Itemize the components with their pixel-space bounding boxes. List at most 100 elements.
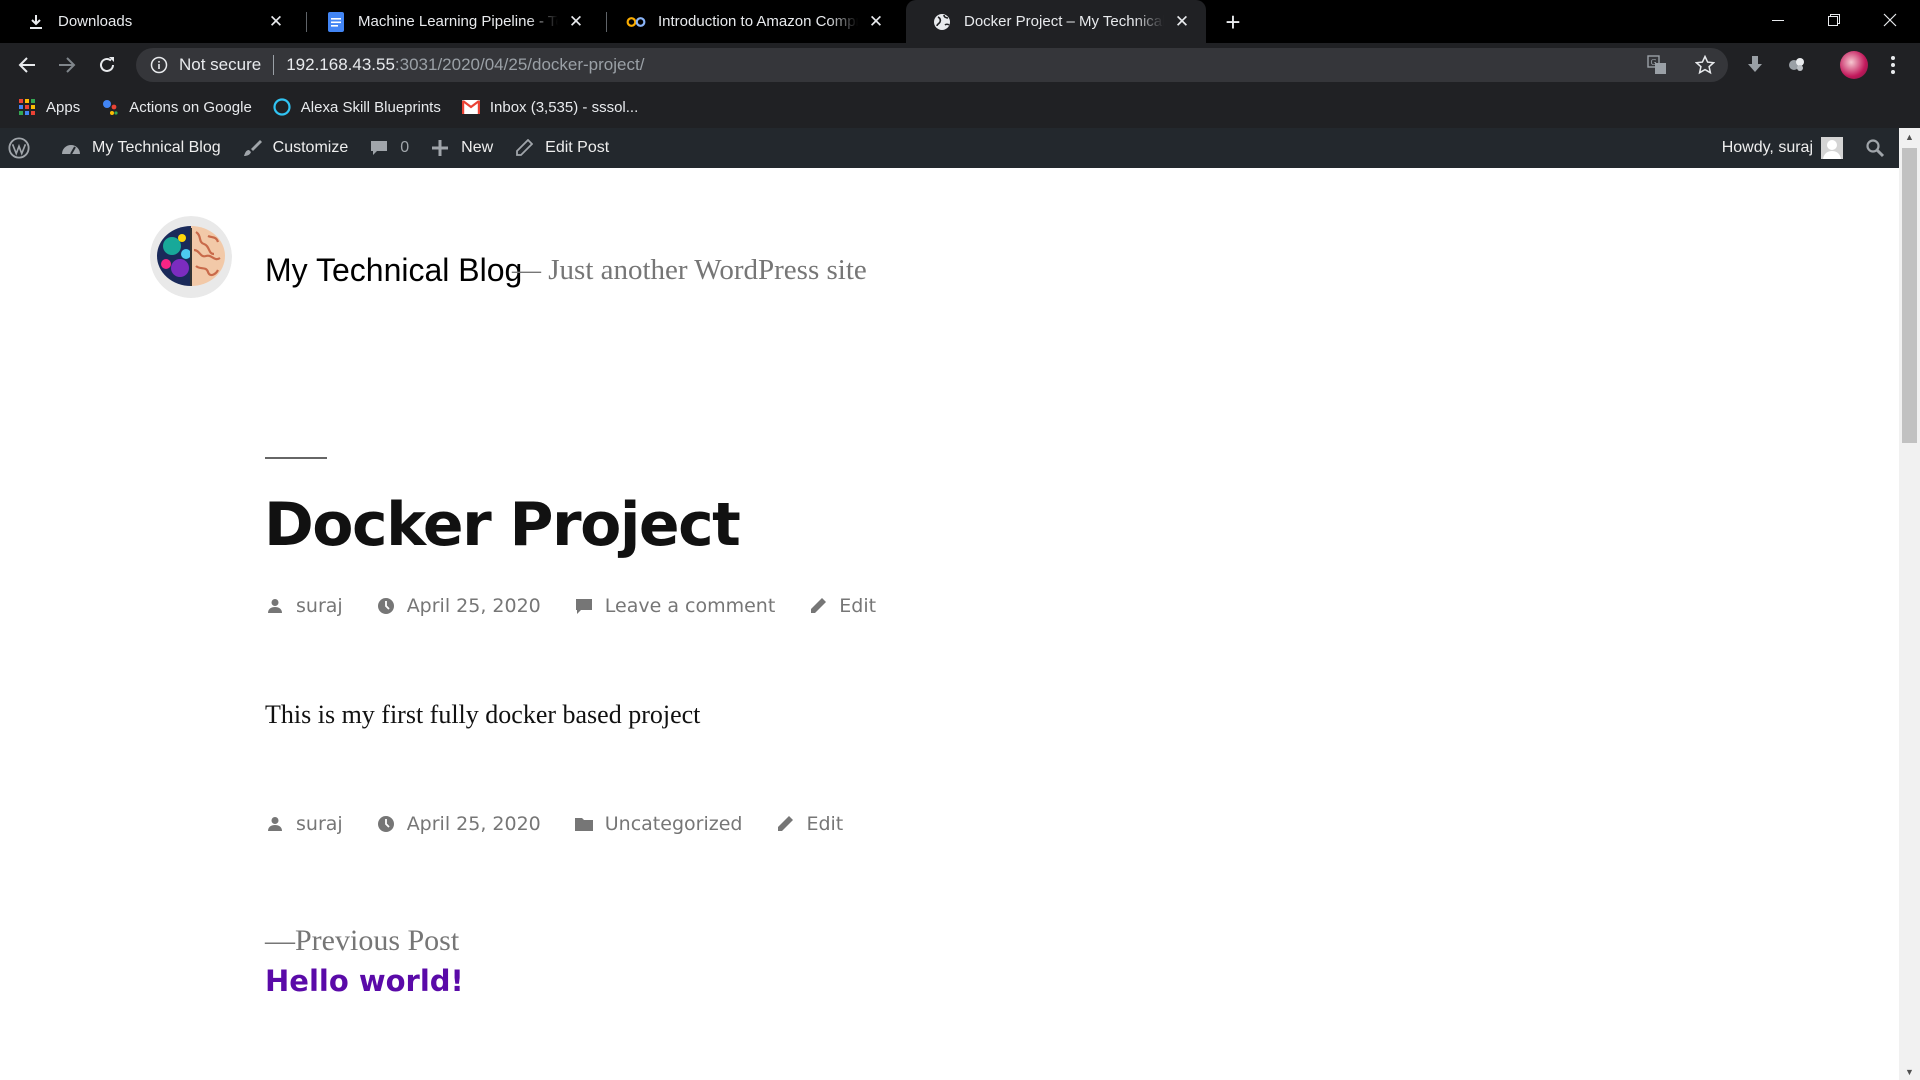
security-label[interactable]: Not secure <box>179 55 261 75</box>
post-edit-link[interactable]: Edit <box>775 813 843 835</box>
bookmark-label: Inbox (3,535) - sssol... <box>489 98 639 116</box>
clock-icon <box>376 814 396 834</box>
folder-icon <box>574 814 594 834</box>
close-window-button[interactable] <box>1862 0 1918 40</box>
download-arrow-icon[interactable] <box>1742 52 1768 78</box>
bookmark-label: Apps <box>46 98 81 116</box>
url-path: :3031/2020/04/25/docker-project/ <box>394 55 645 74</box>
tab-title: Docker Project – My Technical Bl <box>964 13 1164 30</box>
comment-bubble-icon <box>368 137 390 159</box>
wp-comments-count: 0 <box>400 139 410 156</box>
colab-icon <box>626 12 646 32</box>
address-divider <box>273 55 275 75</box>
scroll-thumb[interactable] <box>1902 148 1917 443</box>
post-comment-link[interactable]: Leave a comment <box>574 595 776 617</box>
new-tab-button[interactable]: + <box>1218 7 1248 37</box>
svg-text:G: G <box>1651 58 1657 67</box>
post-author-name: suraj <box>296 595 343 617</box>
scroll-up-arrow-icon[interactable]: ▲ <box>1899 128 1920 145</box>
bookmark-alexa-skill-blueprints[interactable]: Alexa Skill Blueprints <box>273 98 441 116</box>
pencil-icon <box>513 137 535 159</box>
user-icon <box>265 596 285 616</box>
menu-kebab-icon[interactable] <box>1880 52 1906 78</box>
wp-customize-label: Customize <box>272 139 349 156</box>
wp-account-menu[interactable]: Howdy, suraj <box>1712 128 1853 168</box>
comment-icon <box>574 596 594 616</box>
post-title: Docker Project <box>264 490 741 560</box>
post-meta-header: suraj April 25, 2020 Leave a comment Edi… <box>265 595 909 617</box>
wp-site-name-link[interactable]: My Technical Blog <box>50 128 231 168</box>
alexa-icon <box>273 98 291 116</box>
title-divider <box>265 457 327 459</box>
post-comment-text: Leave a comment <box>604 595 776 617</box>
post-author[interactable]: suraj <box>265 813 343 835</box>
tab-title: Downloads <box>58 13 133 30</box>
reload-button[interactable] <box>90 48 124 82</box>
bookmark-inbox[interactable]: Inbox (3,535) - sssol... <box>461 98 639 116</box>
wp-edit-post-link[interactable]: Edit Post <box>503 128 619 168</box>
forward-button[interactable] <box>50 48 84 82</box>
page-scrollbar[interactable]: ▲ ▼ <box>1899 128 1920 1080</box>
close-tab-icon[interactable]: ✕ <box>266 12 286 32</box>
dashboard-gauge-icon <box>60 137 82 159</box>
close-tab-icon[interactable]: ✕ <box>866 12 886 32</box>
tab-ml-pipeline[interactable]: Machine Learning Pipeline - Testi ✕ <box>300 0 600 43</box>
tab-downloads[interactable]: Downloads ✕ <box>0 0 300 43</box>
extension-icon[interactable] <box>1784 52 1810 78</box>
profile-avatar[interactable] <box>1840 51 1868 79</box>
post-author[interactable]: suraj <box>265 595 343 617</box>
close-tab-icon[interactable]: ✕ <box>1172 12 1192 32</box>
globe-icon <box>932 12 952 32</box>
post-edit-text: Edit <box>806 813 844 835</box>
bookmark-label: Actions on Google <box>129 98 252 116</box>
user-avatar <box>1821 137 1843 159</box>
info-icon[interactable] <box>148 54 170 76</box>
browser-toolbar: Not secure 192.168.43.55 :3031/2020/04/2… <box>0 43 1920 86</box>
translate-icon[interactable]: G <box>1646 54 1668 76</box>
post-date[interactable]: April 25, 2020 <box>376 813 541 835</box>
bookmark-star-icon[interactable] <box>1694 54 1716 76</box>
post-author-name: suraj <box>296 813 343 835</box>
download-icon <box>26 12 46 32</box>
site-title[interactable]: My Technical Blog <box>265 252 522 289</box>
site-description: — Just another WordPress site <box>512 254 867 286</box>
bookmark-apps[interactable]: Apps <box>18 98 80 116</box>
browser-window: Downloads ✕ Machine Learning Pipeline - … <box>0 0 1920 1080</box>
back-button[interactable] <box>10 48 44 82</box>
tab-strip: Downloads ✕ Machine Learning Pipeline - … <box>0 0 1920 43</box>
plus-icon <box>429 137 451 159</box>
wp-edit-post-label: Edit Post <box>545 139 610 156</box>
previous-post-link[interactable]: Hello world! <box>265 964 464 998</box>
pencil-icon <box>808 596 828 616</box>
wp-comments-link[interactable]: 0 <box>358 128 419 168</box>
post-date[interactable]: April 25, 2020 <box>376 595 541 617</box>
apps-grid-icon <box>18 98 36 116</box>
wp-search-button[interactable] <box>1853 128 1899 168</box>
site-logo[interactable] <box>150 216 232 298</box>
close-tab-icon[interactable]: ✕ <box>566 12 586 32</box>
pencil-icon <box>775 814 795 834</box>
scroll-down-arrow-icon[interactable]: ▼ <box>1899 1063 1920 1080</box>
post-edit-link[interactable]: Edit <box>808 595 876 617</box>
tab-title: Introduction to Amazon Compre <box>658 13 858 30</box>
google-docs-icon <box>326 11 346 32</box>
wp-customize-link[interactable]: Customize <box>231 128 359 168</box>
tab-docker-project[interactable]: Docker Project – My Technical Bl ✕ <box>906 0 1206 43</box>
wp-howdy-label: Howdy, suraj <box>1721 139 1813 156</box>
wp-admin-bar: My Technical Blog Customize 0 New Edit P… <box>0 128 1899 168</box>
wp-admin-bar-right: Howdy, suraj <box>1712 128 1899 168</box>
bookmark-actions-on-google[interactable]: Actions on Google <box>101 98 252 116</box>
restore-button[interactable] <box>1806 0 1862 40</box>
minimize-button[interactable] <box>1750 0 1806 40</box>
wp-logo-menu[interactable] <box>0 128 50 168</box>
post-edit-text: Edit <box>839 595 877 617</box>
wp-new-content-link[interactable]: New <box>419 128 503 168</box>
previous-post-label: —Previous Post <box>265 924 460 957</box>
search-icon <box>1865 138 1885 158</box>
tab-amazon-comprehend[interactable]: Introduction to Amazon Compre ✕ <box>600 0 900 43</box>
user-icon <box>265 814 285 834</box>
post-content: This is my first fully docker based proj… <box>265 700 701 729</box>
actions-on-google-icon <box>101 98 119 116</box>
post-category[interactable]: Uncategorized <box>574 813 742 835</box>
address-bar[interactable]: Not secure 192.168.43.55 :3031/2020/04/2… <box>136 48 1728 82</box>
